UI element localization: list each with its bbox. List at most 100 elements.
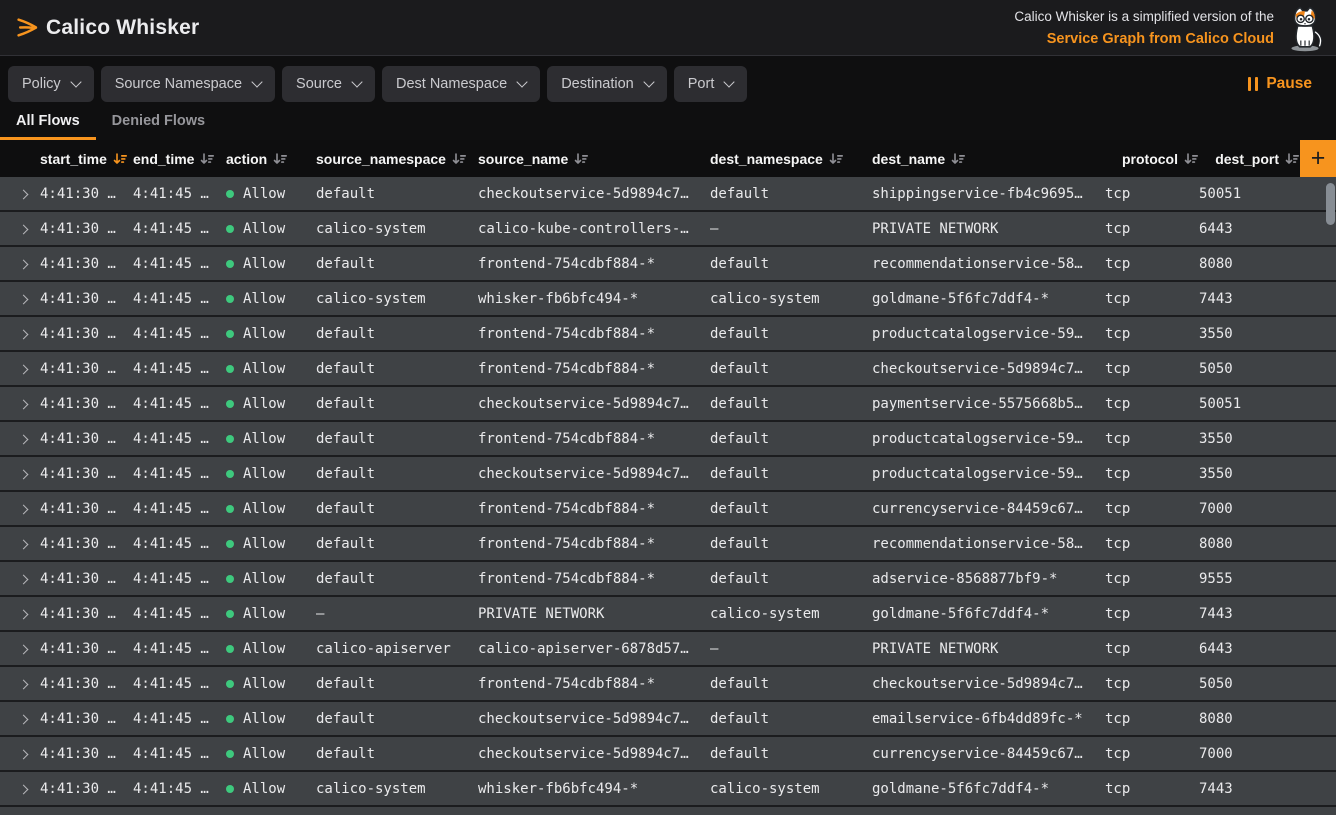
action-label: Allow [243, 536, 285, 552]
cell-protocol: tcp [1105, 326, 1199, 342]
expand-chevron-icon[interactable] [19, 259, 29, 269]
sort-icon [273, 152, 288, 166]
expand-chevron-icon[interactable] [19, 399, 29, 409]
cell-end_time: 4:41:45 … [133, 711, 226, 727]
expand-chevron-icon[interactable] [19, 469, 29, 479]
filter-dest-namespace[interactable]: Dest Namespace [382, 66, 540, 102]
cell-end_time: 4:41:45 … [133, 326, 226, 342]
tab-denied-flows[interactable]: Denied Flows [96, 102, 221, 140]
column-header-dest_port[interactable]: dest_port [1199, 151, 1300, 167]
table-row[interactable]: 4:41:30 …4:41:45 …Allowdefaultfrontend-7… [0, 492, 1336, 525]
expand-chevron-icon[interactable] [19, 679, 29, 689]
expand-chevron-icon[interactable] [19, 644, 29, 654]
filter-port[interactable]: Port [674, 66, 748, 102]
expand-chevron-icon[interactable] [19, 294, 29, 304]
column-header-dest_name[interactable]: dest_name [872, 151, 1105, 167]
cell-dest_name: recommendationservice-58… [872, 256, 1105, 272]
pause-button[interactable]: Pause [1240, 75, 1320, 93]
expand-chevron-icon[interactable] [19, 224, 29, 234]
filter-policy[interactable]: Policy [8, 66, 94, 102]
table-row[interactable]: 4:41:30 …4:41:45 …Allowdefaultfrontend-7… [0, 527, 1336, 560]
cell-start_time: 4:41:30 … [40, 291, 133, 307]
action-label: Allow [243, 746, 285, 762]
expand-chevron-icon[interactable] [19, 364, 29, 374]
cell-action: Allow [226, 746, 316, 762]
column-header-protocol[interactable]: protocol [1105, 151, 1199, 167]
cell-end_time: 4:41:45 … [133, 606, 226, 622]
tab-bar: All FlowsDenied Flows [0, 102, 1336, 140]
cell-dest_namespace: calico-system [710, 606, 872, 622]
action-status-dot [226, 225, 234, 233]
table-row[interactable]: 4:41:30 …4:41:45 …Allowdefaultcheckoutse… [0, 457, 1336, 490]
column-header-start_time[interactable]: start_time [40, 151, 133, 167]
cell-dest_namespace: default [710, 711, 872, 727]
action-label: Allow [243, 781, 285, 797]
cell-end_time: 4:41:45 … [133, 501, 226, 517]
action-status-dot [226, 785, 234, 793]
service-graph-link[interactable]: Service Graph from Calico Cloud [1014, 29, 1274, 51]
cell-start_time: 4:41:30 … [40, 326, 133, 342]
expand-chevron-icon[interactable] [19, 189, 29, 199]
table-row[interactable]: 4:41:30 …4:41:45 …Allowcalico-apiserverc… [0, 632, 1336, 665]
table-row[interactable]: 4:41:30 …4:41:45 …Allow–PRIVATE NETWORKc… [0, 597, 1336, 630]
table-row[interactable]: 4:41:30 …4:41:45 …Allowcalico-systemwhis… [0, 772, 1336, 805]
cell-action: Allow [226, 361, 316, 377]
tab-all-flows[interactable]: All Flows [0, 102, 96, 140]
column-header-source_namespace[interactable]: source_namespace [316, 151, 478, 167]
expand-chevron-icon[interactable] [19, 329, 29, 339]
chevron-down-icon [517, 76, 528, 87]
expand-chevron-icon[interactable] [19, 504, 29, 514]
column-header-dest_namespace[interactable]: dest_namespace [710, 151, 872, 167]
cell-source_namespace: default [316, 431, 478, 447]
table-row[interactable]: 4:41:30 …4:41:45 …Allowdefaultfrontend-7… [0, 562, 1336, 595]
action-status-dot [226, 435, 234, 443]
action-label: Allow [243, 466, 285, 482]
table-row[interactable]: 4:41:30 …4:41:45 …Allowdefaultcheckoutse… [0, 387, 1336, 420]
expand-chevron-icon[interactable] [19, 749, 29, 759]
cell-protocol: tcp [1105, 536, 1199, 552]
table-row[interactable]: 4:41:30 …4:41:45 …Allowdefaultcheckoutse… [0, 737, 1336, 770]
cell-source_namespace: default [316, 746, 478, 762]
chevron-down-icon [351, 76, 362, 87]
cell-dest_port: 9555 [1199, 571, 1336, 587]
table-row[interactable]: 4:41:30 …4:41:45 …Allowdefaultfrontend-7… [0, 247, 1336, 280]
filter-source[interactable]: Source [282, 66, 375, 102]
cell-source_name: whisker-fb6bfc494-* [478, 291, 710, 307]
column-header-end_time[interactable]: end_time [133, 151, 226, 167]
expand-chevron-icon[interactable] [19, 539, 29, 549]
add-column-button[interactable]: + [1300, 140, 1336, 177]
table-row[interactable]: 4:41:30 …4:41:45 …Allowcalico-systemcali… [0, 212, 1336, 245]
cell-start_time: 4:41:30 … [40, 186, 133, 202]
column-header-action[interactable]: action [226, 151, 316, 167]
cell-dest_namespace: calico-system [710, 291, 872, 307]
cell-dest_name: PRIVATE NETWORK [872, 221, 1105, 237]
expand-chevron-icon[interactable] [19, 609, 29, 619]
column-label: dest_port [1215, 151, 1279, 167]
vertical-scrollbar-thumb[interactable] [1326, 183, 1335, 225]
table-row[interactable]: 4:41:30 …4:41:45 …Allowdefaultfrontend-7… [0, 667, 1336, 700]
cell-dest_namespace: default [710, 256, 872, 272]
expand-chevron-icon[interactable] [19, 714, 29, 724]
cell-source_namespace: default [316, 256, 478, 272]
expand-chevron-icon[interactable] [19, 574, 29, 584]
cell-protocol: tcp [1105, 361, 1199, 377]
table-row[interactable]: 4:41:30 …4:41:45 …Allowcalico-systemwhis… [0, 282, 1336, 315]
column-label: protocol [1122, 151, 1178, 167]
column-header-source_name[interactable]: source_name [478, 151, 710, 167]
expand-chevron-icon[interactable] [19, 434, 29, 444]
expand-chevron-icon[interactable] [19, 784, 29, 794]
table-row[interactable]: 4:41:30 …4:41:45 …Allowdefaultfrontend-7… [0, 352, 1336, 385]
table-row-partial[interactable] [0, 807, 1336, 815]
table-row[interactable]: 4:41:30 …4:41:45 …Allowdefaultfrontend-7… [0, 317, 1336, 350]
filter-destination[interactable]: Destination [547, 66, 667, 102]
filter-source-namespace[interactable]: Source Namespace [101, 66, 275, 102]
cell-source_namespace: default [316, 676, 478, 692]
table-row[interactable]: 4:41:30 …4:41:45 …Allowdefaultcheckoutse… [0, 177, 1336, 210]
action-label: Allow [243, 361, 285, 377]
table-row[interactable]: 4:41:30 …4:41:45 …Allowdefaultcheckoutse… [0, 702, 1336, 735]
action-status-dot [226, 470, 234, 478]
filter-label: Source Namespace [115, 76, 242, 92]
cell-dest_port: 8080 [1199, 256, 1336, 272]
table-row[interactable]: 4:41:30 …4:41:45 …Allowdefaultfrontend-7… [0, 422, 1336, 455]
cell-start_time: 4:41:30 … [40, 466, 133, 482]
